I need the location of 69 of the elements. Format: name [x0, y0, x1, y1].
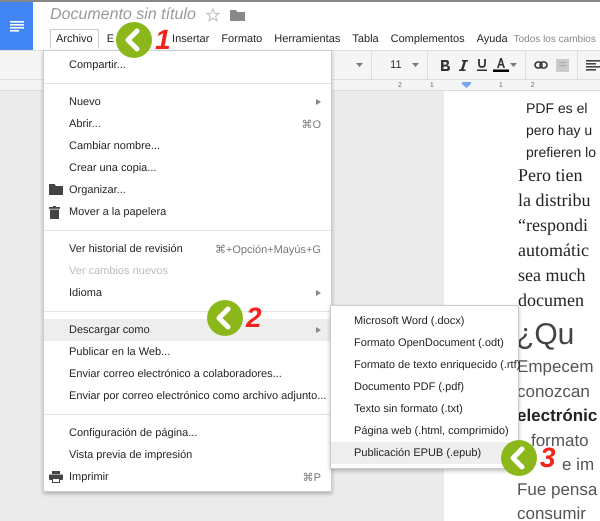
document-text: “respondi	[518, 214, 588, 237]
docs-logo[interactable]	[0, 2, 33, 50]
menu-item[interactable]: Ver historial de revisión ⌘+Opción+Mayús+G	[44, 238, 331, 260]
step-number: 1	[155, 25, 171, 55]
underline-icon[interactable]	[477, 59, 488, 71]
folder-icon	[49, 184, 63, 195]
document-text: sea much	[518, 264, 586, 287]
document-text: conozcan	[517, 380, 590, 402]
menu-item[interactable]: Ayuda	[474, 29, 511, 49]
bold-icon[interactable]	[440, 60, 450, 70]
menu-item[interactable]: Formato OpenDocument (.odt)	[331, 332, 518, 354]
menu-item[interactable]: Organizar...	[44, 179, 331, 201]
menu-item[interactable]: Nuevo	[44, 91, 331, 113]
menu-item[interactable]: Archivo	[50, 29, 99, 49]
shortcut-text: ⌘P	[302, 470, 321, 484]
menu-item[interactable]: Compartir...	[44, 54, 331, 76]
indent-marker-icon[interactable]	[462, 82, 471, 88]
menu-item[interactable]: E	[104, 29, 118, 49]
font-size-field[interactable]: 11	[380, 54, 412, 76]
link-icon[interactable]	[534, 61, 548, 69]
caret-icon[interactable]	[510, 63, 518, 67]
menu-item[interactable]: Formato de texto enriquecido (.rtf)	[331, 354, 518, 376]
menu-item[interactable]: Microsoft Word (.docx)	[331, 310, 518, 332]
caret-icon[interactable]	[412, 63, 419, 67]
menu-item[interactable]: Herramientas	[271, 29, 344, 49]
menu-item[interactable]: Texto sin formato (.txt)	[331, 398, 518, 420]
shortcut-text: ⌘+Opción+Mayús+G	[214, 242, 321, 256]
chevron-badge-icon	[207, 300, 243, 336]
trash-icon	[49, 206, 60, 219]
menu-item[interactable]: Idioma	[44, 282, 331, 304]
menu-item[interactable]: Abrir... ⌘O	[44, 113, 331, 135]
align-left-icon[interactable]	[586, 60, 600, 70]
document-text: Pero tien	[518, 164, 582, 187]
menu-item[interactable]: Página web (.html, comprimido)	[331, 420, 518, 442]
document-lines-icon	[10, 20, 24, 32]
document-text: electrónic	[517, 405, 598, 427]
menu-item[interactable]: Enviar correo electrónico a colaboradores...	[44, 363, 331, 385]
menu-item[interactable]: Mover a la papelera	[44, 201, 331, 223]
shortcut-text: ⌘O	[301, 118, 321, 130]
menu-item[interactable]: Enviar por correo electrónico como archivo adjunto...	[44, 385, 331, 407]
menu-item[interactable]: Publicar en la Web...	[44, 341, 331, 363]
document-text: automátic	[518, 239, 589, 262]
menu-item[interactable]: Insertar	[169, 29, 212, 49]
document-text: consumir	[517, 503, 586, 521]
menu-item[interactable]: Documento PDF (.pdf)	[331, 376, 518, 398]
printer-icon	[49, 471, 63, 483]
text-color-icon[interactable]	[492, 58, 509, 72]
menu-item[interactable]: Formato	[218, 29, 266, 49]
document-text: la distribu	[518, 189, 590, 212]
menu-item[interactable]: Cambiar nombre...	[44, 135, 331, 157]
save-status: Todos los cambios	[514, 34, 596, 44]
document-text: pero hay u	[526, 121, 592, 140]
document-text: Fue pensa	[517, 478, 598, 500]
document-text: prefieren lo	[526, 143, 596, 162]
folder-icon[interactable]	[230, 9, 245, 21]
caret-icon[interactable]	[356, 63, 363, 67]
document-heading: ¿Qu	[516, 317, 574, 353]
document-text: PDF es el	[526, 99, 588, 118]
menu-item[interactable]: Vista previa de impresión	[44, 444, 331, 466]
menu-item[interactable]: Imprimir ⌘P	[44, 466, 331, 488]
comment-icon[interactable]	[556, 58, 570, 72]
menu-item[interactable]: Configuración de página...	[44, 422, 331, 444]
document-text: documen	[518, 289, 584, 312]
menu-item[interactable]: Crear una copia...	[44, 157, 331, 179]
star-icon[interactable]	[206, 8, 220, 22]
menu-item[interactable]: Tabla	[349, 29, 382, 49]
document-text: e im	[562, 454, 594, 476]
menu-item[interactable]: Complementos	[388, 29, 468, 49]
italic-icon[interactable]	[459, 60, 468, 70]
